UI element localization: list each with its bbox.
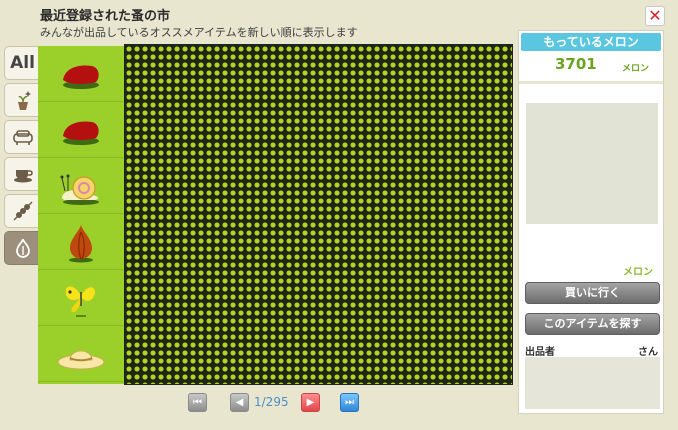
seller-info-box xyxy=(525,357,660,409)
first-page-icon: ⏮ xyxy=(193,397,202,408)
list-item-red-cushion-1[interactable] xyxy=(38,46,124,102)
page-subtitle: みんなが出品しているオススメアイテムを新しい順に表示します xyxy=(40,26,358,39)
prev-page-button[interactable]: ◀ xyxy=(230,393,249,412)
melon-balance-unit: メロン xyxy=(622,64,650,74)
tab-tableware[interactable] xyxy=(4,157,40,191)
first-page-button[interactable]: ⏮ xyxy=(188,393,207,412)
list-item-onion[interactable] xyxy=(38,214,124,270)
flea-market-window: 最近登録された蚤の市 みんなが出品しているオススメアイテムを新しい順に表示します… xyxy=(0,0,678,430)
onion-icon xyxy=(15,238,30,258)
tab-food[interactable] xyxy=(4,194,40,228)
snail-icon xyxy=(60,174,99,205)
straw-hat-icon xyxy=(57,350,105,369)
red-cushion-icon xyxy=(63,121,99,145)
last-page-icon: ⏭ xyxy=(345,397,354,408)
next-page-icon: ▶ xyxy=(306,397,315,408)
close-button[interactable]: ✕ xyxy=(645,6,665,26)
plant-sparkle-icon xyxy=(17,91,31,110)
item-list xyxy=(38,46,124,384)
tab-vegetable[interactable] xyxy=(4,231,40,265)
skewer-icon xyxy=(13,201,32,221)
list-item-straw-hat[interactable] xyxy=(38,326,124,382)
tab-all-label: All xyxy=(10,53,35,73)
yellow-butterfly-icon xyxy=(65,286,96,317)
teacup-icon xyxy=(13,170,33,183)
red-cushion-icon xyxy=(63,65,99,89)
list-item-butterfly[interactable] xyxy=(38,270,124,326)
list-item-snail[interactable] xyxy=(38,158,124,214)
find-item-button[interactable]: このアイテムを探す xyxy=(525,313,660,335)
tab-plant[interactable] xyxy=(4,83,40,117)
item-detail-panel: もっているメロン 3701 メロン メロン 買いに行く このアイテムを探す 出品… xyxy=(518,30,664,414)
selected-item-image xyxy=(526,103,658,224)
page-number: 1/295 xyxy=(254,395,289,409)
sofa-icon xyxy=(12,130,33,145)
seller-label: 出品者 xyxy=(525,347,555,358)
page-title: 最近登録された蚤の市 xyxy=(40,9,171,24)
tab-all[interactable]: All xyxy=(4,46,40,80)
next-page-button[interactable]: ▶ xyxy=(301,393,320,412)
divider xyxy=(519,81,663,84)
buy-button[interactable]: 買いに行く xyxy=(525,282,660,304)
item-preview-pane[interactable] xyxy=(124,44,513,385)
category-tabs: All xyxy=(4,46,40,268)
list-item-red-cushion-2[interactable] xyxy=(38,102,124,158)
tab-furniture[interactable] xyxy=(4,120,40,154)
onion-icon xyxy=(69,223,93,262)
seller-suffix: さん xyxy=(638,347,658,358)
melon-balance-header: もっているメロン xyxy=(521,33,661,51)
melon-balance-value: 3701 xyxy=(555,55,597,73)
prev-page-icon: ◀ xyxy=(235,397,244,408)
last-page-button[interactable]: ⏭ xyxy=(340,393,359,412)
item-price-unit: メロン xyxy=(623,267,653,278)
